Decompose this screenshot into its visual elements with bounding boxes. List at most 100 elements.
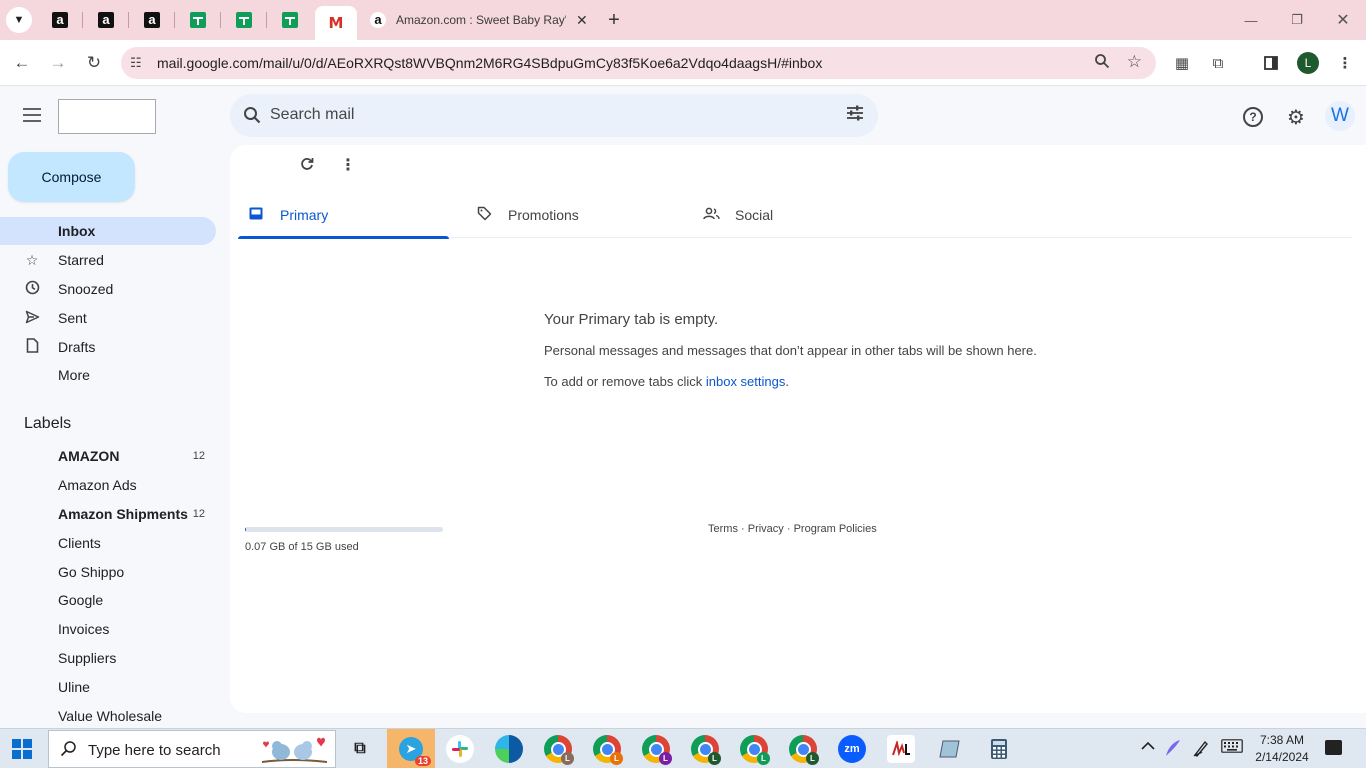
sidebar-item-more[interactable]: More [0, 361, 216, 389]
pinned-tab-amazon-2[interactable]: a [83, 0, 129, 40]
privacy-link[interactable]: Privacy [748, 523, 784, 535]
close-window-icon[interactable]: ✕ [1320, 0, 1366, 40]
label-item-amazon-shipments[interactable]: Amazon Shipments 12 [0, 500, 216, 528]
pinned-tab-sheets-1[interactable] [175, 0, 221, 40]
tab-promotions[interactable]: Promotions [466, 191, 677, 238]
sidebar-item-label: Sent [58, 310, 87, 326]
sheets-favicon-icon [282, 12, 298, 28]
label-item-amazon[interactable]: AMAZON 12 [0, 442, 216, 470]
reload-icon[interactable]: ↻ [81, 50, 107, 76]
telegram-taskbar-app[interactable]: ➤ 13 [387, 729, 435, 768]
pinned-tab-sheets-2[interactable] [221, 0, 267, 40]
inbox-tabs: Primary Promotions Social [238, 191, 1352, 239]
pinned-tab-amazon-3[interactable]: a [129, 0, 175, 40]
calculator-icon[interactable] [985, 735, 1013, 763]
label-item-uline[interactable]: Uline [0, 673, 216, 701]
sidebar-item-sent[interactable]: Sent [0, 304, 216, 332]
browser-menu-kebab-icon[interactable]: ⋮ [1334, 52, 1356, 74]
program-policies-link[interactable]: Program Policies [794, 523, 877, 535]
search-input[interactable] [270, 104, 830, 126]
tab-amazon-product[interactable]: a Amazon.com : Sweet Baby Ray's ✕ [360, 0, 594, 40]
label-name: Uline [58, 679, 90, 695]
search-icon[interactable] [243, 106, 261, 129]
restore-window-icon[interactable]: ❐ [1274, 0, 1320, 40]
empty-state-hint: To add or remove tabs click inbox settin… [544, 374, 789, 389]
task-view-icon[interactable]: ⧉ [346, 735, 374, 763]
forward-arrow-icon[interactable]: → [45, 50, 71, 76]
side-panel-icon[interactable] [1260, 52, 1282, 74]
bookmark-star-icon[interactable]: ☆ [1127, 52, 1142, 72]
draft-icon [24, 338, 40, 356]
pinned-tab-sheets-3[interactable] [267, 0, 313, 40]
notification-center-icon[interactable] [1325, 740, 1342, 755]
terms-link[interactable]: Terms [708, 523, 738, 535]
sidebar-item-inbox[interactable]: Inbox [0, 217, 216, 245]
taskbar-search-box[interactable]: Type here to search [48, 730, 336, 768]
edge-browser-icon[interactable] [495, 735, 523, 763]
label-item-google[interactable]: Google [0, 586, 216, 614]
sidebar-item-starred[interactable]: ☆ Starred [0, 246, 216, 274]
slack-icon[interactable] [446, 735, 474, 763]
storage-usage-fill [245, 527, 246, 532]
pen-feather-icon[interactable] [1165, 739, 1181, 760]
chrome-profile-icon[interactable]: L [789, 735, 819, 765]
windows-start-icon[interactable] [12, 739, 32, 759]
tab-social[interactable]: Social [693, 191, 904, 238]
sidebar-item-label: Starred [58, 252, 104, 268]
chrome-profile-icon[interactable]: L [544, 735, 574, 765]
telegram-icon: ➤ 13 [399, 737, 431, 766]
clock-icon [24, 280, 40, 298]
extensions-puzzle-icon[interactable]: ⧉ [1207, 52, 1229, 74]
account-avatar[interactable]: W [1325, 101, 1355, 131]
browser-profile-avatar[interactable]: L [1297, 52, 1319, 74]
label-item-clients[interactable]: Clients [0, 529, 216, 557]
search-options-tune-icon[interactable] [846, 105, 864, 126]
site-info-icon[interactable]: ☷ [130, 55, 146, 71]
taskbar-clock[interactable]: 7:38 AM 2/14/2024 [1252, 732, 1312, 766]
hint-suffix: . [785, 374, 789, 389]
notes-app-icon[interactable] [936, 735, 964, 763]
footer-links: Terms · Privacy · Program Policies [708, 523, 877, 535]
minimize-window-icon[interactable]: — [1228, 0, 1274, 40]
gmail-logo[interactable] [58, 99, 156, 134]
zoom-magnifier-icon[interactable] [1094, 53, 1110, 73]
settings-gear-icon[interactable]: ⚙ [1284, 105, 1308, 129]
tab-primary[interactable]: Primary [238, 191, 449, 239]
label-item-amazon-ads[interactable]: Amazon Ads [0, 471, 216, 499]
sidebar-item-drafts[interactable]: Drafts [0, 333, 216, 361]
signature-app-icon[interactable] [887, 735, 915, 763]
tab-search-chevron-icon[interactable]: ▼ [6, 7, 32, 33]
close-tab-icon[interactable]: ✕ [576, 12, 588, 29]
chrome-profile-icon[interactable]: L [740, 735, 770, 765]
pen-menu-icon[interactable] [1193, 739, 1209, 760]
chrome-profile-icon[interactable]: L [593, 735, 623, 765]
label-item-invoices[interactable]: Invoices [0, 615, 216, 643]
show-hidden-icons-chevron-up-icon[interactable] [1141, 739, 1155, 754]
zoom-app-icon[interactable]: zm [838, 735, 866, 763]
labels-heading: Labels [24, 415, 72, 432]
url-text[interactable]: mail.google.com/mail/u/0/d/AEoRXRQst8WVB… [157, 55, 822, 71]
sidebar-item-snoozed[interactable]: Snoozed [0, 275, 216, 303]
address-bar[interactable]: ☷ mail.google.com/mail/u/0/d/AEoRXRQst8W… [121, 47, 1156, 79]
refresh-icon[interactable] [300, 157, 314, 176]
qr-extension-icon[interactable]: ▦ [1171, 52, 1193, 74]
pinned-tab-gmail-active[interactable]: M [315, 6, 357, 40]
touch-keyboard-icon[interactable] [1221, 739, 1243, 756]
sidebar-item-label: Snoozed [58, 281, 114, 297]
people-icon [703, 207, 720, 223]
gmail-favicon-icon: M [328, 14, 344, 32]
compose-button[interactable]: Compose [8, 152, 135, 202]
inbox-settings-link[interactable]: inbox settings [706, 374, 786, 389]
back-arrow-icon[interactable]: ← [9, 50, 35, 76]
new-tab-plus-icon[interactable]: + [602, 8, 626, 32]
help-icon[interactable]: ? [1243, 107, 1263, 127]
taskbar-search-placeholder: Type here to search [88, 742, 221, 759]
pinned-tab-amazon-1[interactable]: a [37, 0, 83, 40]
label-item-suppliers[interactable]: Suppliers [0, 644, 216, 672]
main-menu-hamburger-icon[interactable] [20, 103, 44, 127]
chrome-profile-icon[interactable]: L [642, 735, 672, 765]
label-item-go-shippo[interactable]: Go Shippo [0, 558, 216, 586]
chrome-profile-icon[interactable]: L [691, 735, 721, 765]
more-options-kebab-icon[interactable]: ⋮ [340, 155, 356, 175]
label-item-value-wholesale[interactable]: Value Wholesale [0, 702, 216, 730]
